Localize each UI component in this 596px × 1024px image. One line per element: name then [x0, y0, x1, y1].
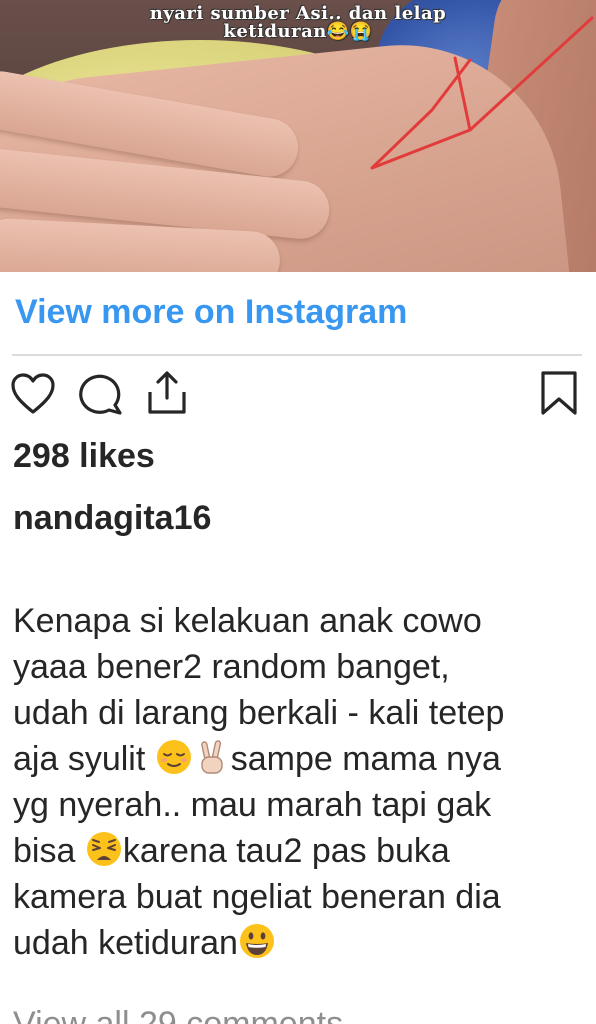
victory-hand-emoji-icon — [200, 740, 223, 774]
instagram-embed: nyari sumber Asi.. dan lelap ketiduran😂😭… — [0, 0, 596, 1024]
save-button[interactable] — [538, 370, 580, 416]
likes-count[interactable]: 298 likes — [13, 436, 155, 476]
post-media[interactable]: nyari sumber Asi.. dan lelap ketiduran😂😭 — [0, 0, 596, 272]
divider — [12, 354, 582, 356]
media-caption-line-2: ketiduran😂😭 — [223, 21, 373, 42]
username-link[interactable]: nandagita16 — [13, 498, 211, 538]
comment-button[interactable] — [78, 372, 124, 416]
like-button[interactable] — [10, 372, 56, 416]
bookmark-icon — [541, 371, 577, 415]
grinning-face-emoji-icon — [239, 924, 274, 958]
view-all-comments-link[interactable]: View all 29 comments — [13, 1004, 343, 1024]
heart-icon — [11, 373, 55, 414]
weary-face-emoji-icon — [86, 832, 121, 866]
share-button[interactable] — [144, 370, 190, 416]
relieved-face-emoji-icon — [156, 740, 191, 774]
view-more-on-instagram-link[interactable]: View more on Instagram — [15, 292, 407, 332]
comment-icon — [79, 374, 122, 415]
share-icon — [148, 371, 186, 414]
post-caption: Kenapa si kelakuan anak cowo yaaa bener2… — [13, 598, 588, 966]
